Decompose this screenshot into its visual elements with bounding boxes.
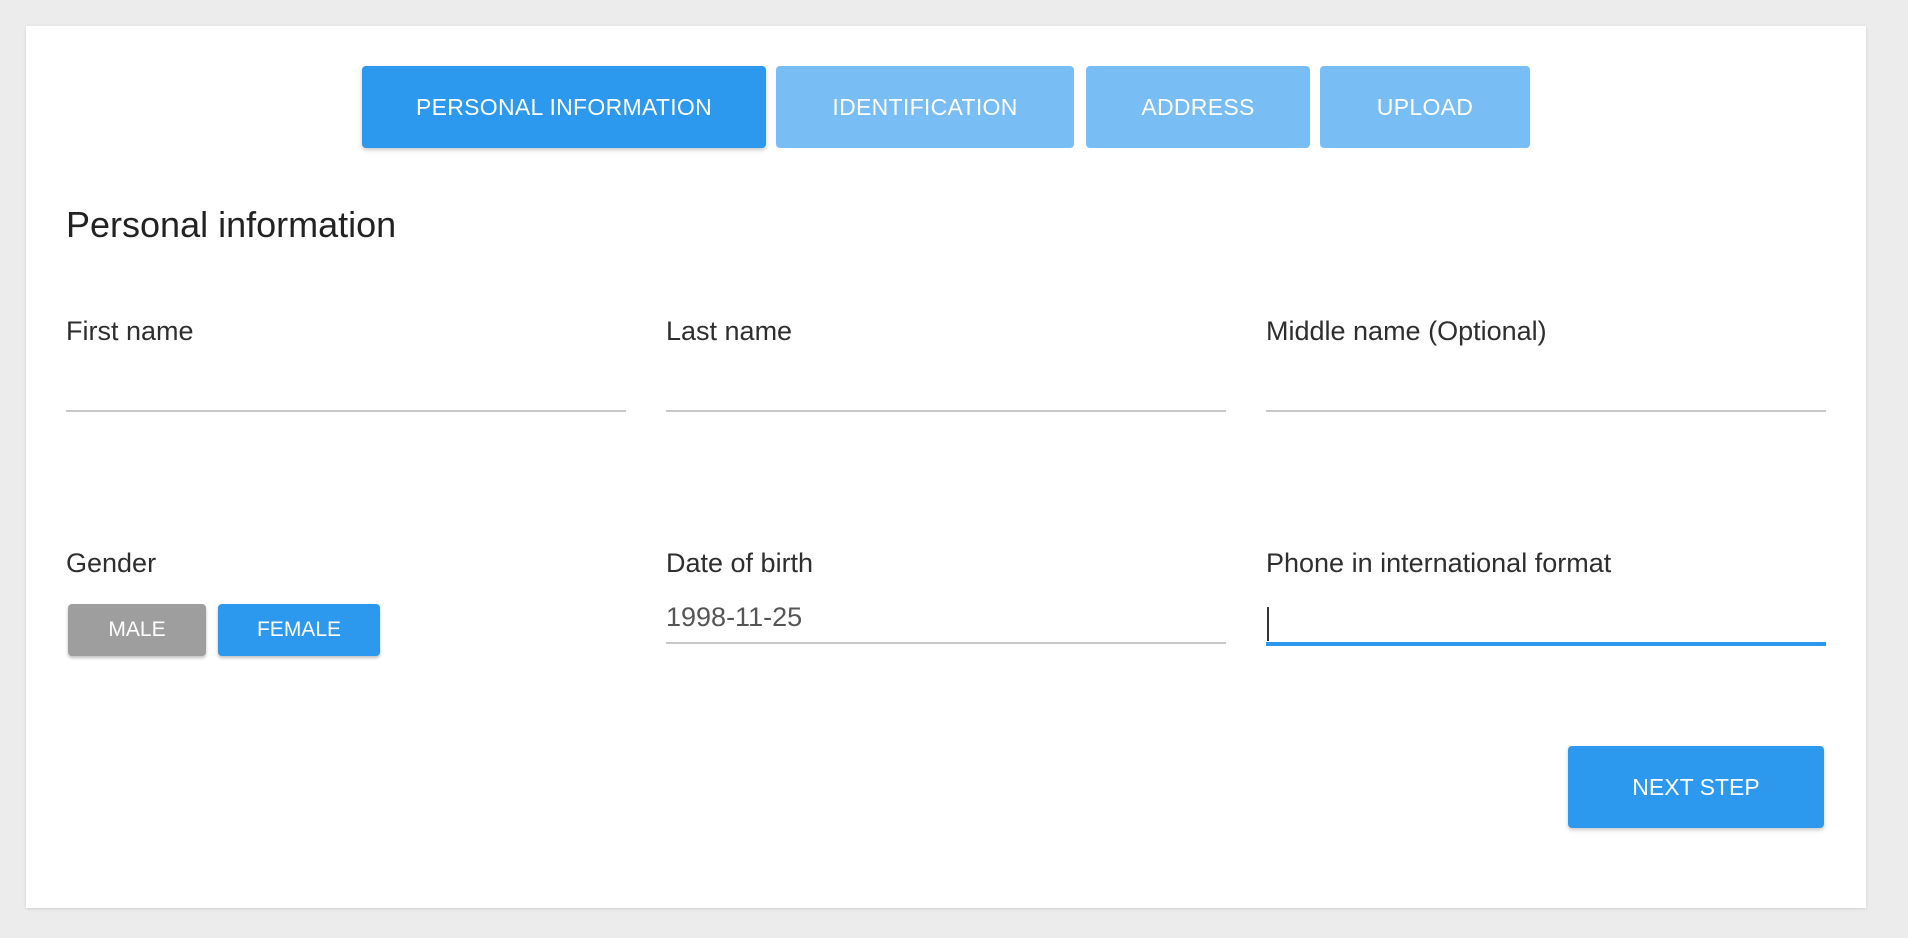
stepper: PERSONAL INFORMATION IDENTIFICATION ADDR… (26, 66, 1866, 148)
step-label: IDENTIFICATION (832, 93, 1018, 120)
middle-name-input[interactable] (1266, 360, 1826, 412)
phone-field: Phone in international format (1266, 548, 1826, 646)
date-of-birth-label: Date of birth (666, 548, 814, 578)
form-card: PERSONAL INFORMATION IDENTIFICATION ADDR… (26, 26, 1866, 908)
gender-male-button[interactable]: MALE (68, 604, 206, 656)
first-name-label: First name (66, 316, 194, 346)
first-name-input[interactable] (66, 360, 626, 412)
step-label: PERSONAL INFORMATION (415, 93, 713, 120)
last-name-label: Last name (666, 316, 793, 346)
step-label: ADDRESS (1141, 93, 1255, 120)
section-title: Personal information (66, 204, 397, 245)
step-personal-information[interactable]: PERSONAL INFORMATION (362, 66, 766, 148)
step-upload[interactable]: UPLOAD (1320, 66, 1530, 148)
gender-female-button[interactable]: FEMALE (218, 604, 380, 656)
step-identification[interactable]: IDENTIFICATION (776, 66, 1074, 148)
last-name-input[interactable] (666, 360, 1226, 412)
gender-female-label: FEMALE (256, 618, 342, 641)
date-of-birth-field: Date of birth (666, 548, 1226, 644)
gender-label: Gender (66, 548, 157, 578)
last-name-field: Last name (666, 316, 1226, 412)
phone-input[interactable] (1266, 592, 1826, 646)
phone-label: Phone in international format (1266, 548, 1612, 578)
gender-field: Gender MALE FEMALE (66, 548, 626, 656)
step-address[interactable]: ADDRESS (1086, 66, 1310, 148)
step-label: UPLOAD (1376, 93, 1474, 120)
gender-male-label: MALE (108, 618, 166, 641)
next-step-label: NEXT STEP (1632, 773, 1760, 800)
first-name-field: First name (66, 316, 626, 412)
next-step-button[interactable]: NEXT STEP (1568, 746, 1824, 828)
date-of-birth-input[interactable] (666, 592, 1226, 644)
middle-name-label: Middle name (Optional) (1266, 316, 1547, 346)
middle-name-field: Middle name (Optional) (1266, 316, 1826, 412)
text-cursor (1267, 607, 1269, 641)
